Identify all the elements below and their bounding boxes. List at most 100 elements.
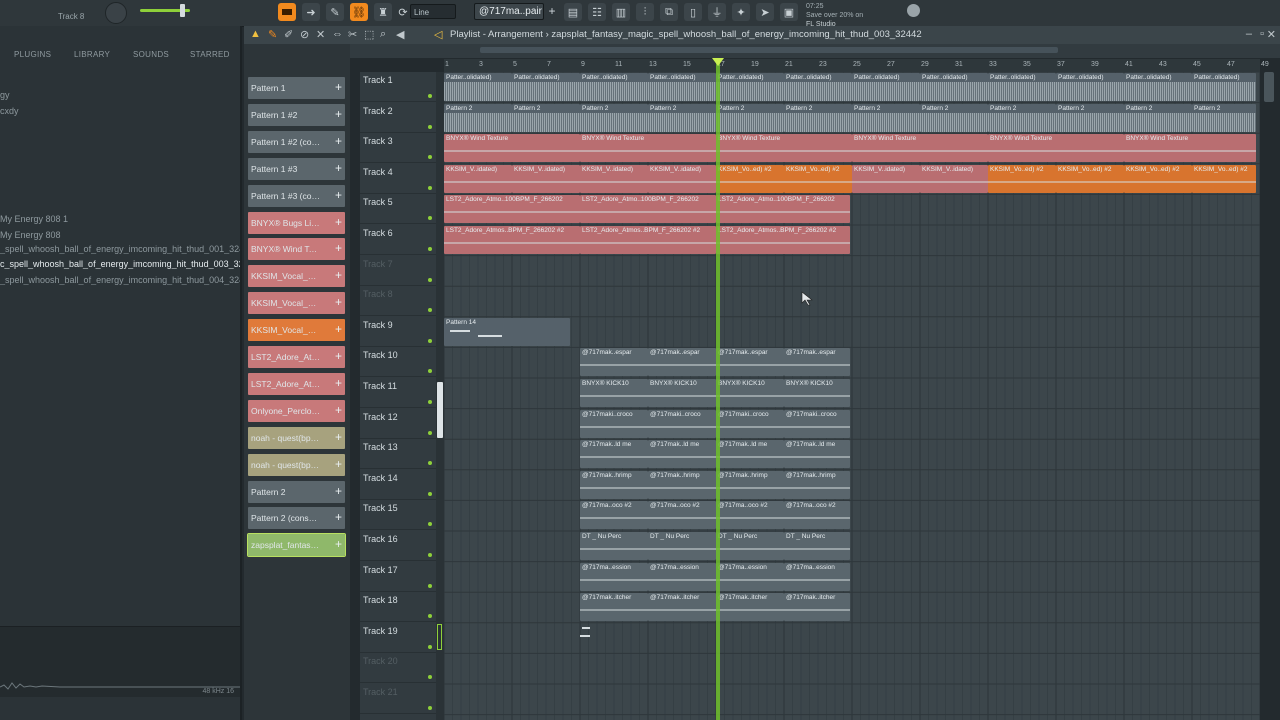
picker-item[interactable]: noah - quest(bpm11... +	[248, 426, 345, 449]
playback-tool-icon[interactable]: ◀	[396, 28, 404, 41]
timeline-ruler[interactable]: 1 3 5 7 9 11 13 15 17 19 21 23 25 27 29 31 33 35 37 39 41 43 4…	[444, 59, 1269, 73]
track-header[interactable]: Track 10	[360, 347, 436, 378]
browser-item[interactable]: gy	[0, 90, 240, 100]
close-icon[interactable]: ✕	[1267, 28, 1276, 41]
picker-add-icon[interactable]: +	[335, 403, 342, 417]
browser-icon[interactable]: ⧉	[660, 3, 678, 21]
playlist-clip[interactable]: BNYX® Wind Texture	[988, 134, 1124, 163]
online-globe-icon[interactable]	[907, 4, 920, 17]
playlist-clip[interactable]: BNYX® Wind Texture	[580, 134, 716, 163]
playlist-clip[interactable]: KKSIM_V..idated)	[580, 164, 648, 193]
plugin-icon[interactable]: ⏚	[708, 3, 726, 21]
track-header[interactable]: Track 4	[360, 164, 436, 194]
picker-add-icon[interactable]: +	[335, 188, 342, 202]
picker-item[interactable]: BNYX® Wind Texture +	[248, 238, 345, 261]
track-header[interactable]: Track 18	[360, 592, 436, 623]
playlist-clip[interactable]: @717mak..ld me	[580, 440, 648, 469]
playlist-clip[interactable]: @717ma..oco #2	[648, 501, 716, 530]
add-pattern-icon[interactable]: +	[546, 4, 558, 19]
playlist-clip[interactable]: BNYX® Wind Texture	[716, 134, 852, 163]
track-active-led[interactable]	[428, 338, 432, 343]
playlist-clip[interactable]: Patter..olidated)	[1192, 73, 1256, 101]
track-active-led[interactable]	[428, 522, 432, 527]
delete-tool-icon[interactable]: ⊘	[300, 28, 309, 41]
picker-item[interactable]: KKSIM_Vocal_F#min... +	[248, 319, 345, 342]
playlist-clip[interactable]: @717mak..itcher	[648, 593, 716, 622]
select-tool-icon[interactable]: ⬚	[364, 28, 374, 41]
picker-add-icon[interactable]: +	[335, 80, 342, 94]
playlist-clip[interactable]: BNYX® KICK10	[580, 379, 648, 407]
playlist-clip[interactable]: Patter..olidated)	[920, 73, 988, 101]
track-active-led[interactable]	[428, 308, 432, 313]
mixer-icon[interactable]: ▤	[564, 3, 582, 21]
track-header[interactable]: Track 16	[360, 531, 436, 561]
picker-item[interactable]: zapsplat_fantasy_m... +	[247, 533, 346, 558]
track-header[interactable]: Track 13	[360, 439, 436, 470]
track-header[interactable]: Track 2	[360, 103, 436, 133]
picker-add-icon[interactable]: +	[335, 484, 342, 498]
minimize-icon[interactable]: –	[1246, 28, 1252, 40]
playlist-magnet-icon[interactable]: ▲	[250, 28, 261, 40]
playlist-clip[interactable]: @717ma..ession	[716, 562, 784, 591]
playlist-clip[interactable]: @717mak..espar	[648, 348, 716, 377]
playlist-clip[interactable]: Patter..olidated)	[716, 73, 784, 101]
picker-add-icon[interactable]: +	[335, 537, 342, 551]
track-active-led[interactable]	[428, 155, 432, 160]
playlist-clip[interactable]: Patter..olidated)	[1056, 73, 1124, 101]
track-header[interactable]: Track 20	[360, 653, 436, 684]
picker-item[interactable]: noah - quest(bpm11... +	[248, 453, 345, 476]
track-active-led[interactable]	[428, 369, 432, 374]
playlist-clip[interactable]: Pattern 2	[512, 103, 580, 132]
send-icon[interactable]: ➤	[756, 3, 774, 21]
picker-add-icon[interactable]: +	[335, 134, 342, 148]
picker-item[interactable]: Onlyone_Percloop_i... +	[248, 399, 345, 422]
playlist-clip[interactable]: Patter..olidated)	[580, 73, 648, 101]
track-header[interactable]: Track 5	[360, 194, 436, 225]
picker-item[interactable]: Pattern 1 +	[248, 77, 345, 99]
playlist-clip[interactable]: Patter..olidated)	[784, 73, 852, 101]
horizontal-scrollbar[interactable]	[480, 47, 1058, 53]
picker-add-icon[interactable]: +	[335, 268, 342, 282]
playlist-clip[interactable]: DT _ Nu Perc	[716, 532, 784, 560]
playlist-clip[interactable]: @717ma..ession	[648, 562, 716, 591]
playlist-clip[interactable]: @717ma..oco #2	[716, 501, 784, 530]
playlist-clip[interactable]: KKSIM_V..idated)	[512, 164, 580, 193]
master-pitch-knob[interactable]	[105, 2, 127, 24]
playlist-clip[interactable]: LST2_Adore_Atmo..100BPM_F_266202	[716, 195, 850, 224]
picker-item[interactable]: LST2_Adore_Atmosp... +	[248, 346, 345, 368]
playhead-marker[interactable]	[712, 58, 724, 66]
picker-add-icon[interactable]: +	[335, 457, 342, 471]
picker-add-icon[interactable]: +	[335, 376, 342, 390]
picker-item[interactable]: BNYX® Bugs Life Te... +	[248, 211, 345, 234]
playlist-clip[interactable]: @717maki..croco	[716, 409, 784, 438]
playlist-clip[interactable]: LST2_Adore_Atmo..100BPM_F_266202	[444, 195, 580, 224]
playlist-clip[interactable]: KKSIM_Vo..ed) #2	[988, 164, 1056, 193]
store-icon[interactable]: ▣	[780, 3, 798, 21]
playlist-clip[interactable]: DT _ Nu Perc	[580, 532, 648, 560]
playlist-clip[interactable]: @717mak..hrimp	[784, 470, 850, 499]
playlist-clip[interactable]: @717ma..oco #2	[784, 501, 850, 530]
track-selector-bar-19[interactable]	[437, 624, 442, 650]
slice-tool-icon[interactable]: ✂	[348, 28, 357, 41]
playlist-clip[interactable]: Pattern 2	[920, 103, 988, 132]
playlist-clip[interactable]: Pattern 2	[784, 103, 852, 132]
playlist-clip[interactable]: @717maki..croco	[784, 409, 850, 438]
track-header[interactable]: Track 9	[360, 317, 436, 347]
snap-mode-select[interactable]: Line	[410, 4, 456, 19]
playlist-clip[interactable]: BNYX® KICK10	[784, 379, 850, 407]
slip-tool-icon[interactable]: ⇔	[332, 28, 343, 40]
playlist-clip[interactable]: Pattern 2	[716, 103, 784, 132]
picker-add-icon[interactable]: +	[335, 215, 342, 229]
track-active-led[interactable]	[428, 400, 432, 404]
playlist-clip[interactable]: @717ma..ession	[784, 562, 850, 591]
track-active-led[interactable]	[428, 583, 432, 588]
small-audio-clip[interactable]	[580, 625, 592, 649]
playlist-clip[interactable]: Pattern 2	[852, 103, 920, 132]
track-header[interactable]: Track 6	[360, 225, 436, 255]
pattern-selector[interactable]: @717ma..pair	[474, 3, 544, 20]
browser-item[interactable]: c_spell_whoosh_ball_of_energy_imcoming_h…	[0, 259, 240, 269]
mute-tool-icon[interactable]: ✕	[316, 28, 325, 41]
picker-item[interactable]: Pattern 1 #3 (consoli... +	[248, 184, 345, 207]
playlist-clip[interactable]: @717ma..oco #2	[580, 501, 648, 530]
playlist-clip[interactable]: BNYX® KICK10	[716, 379, 784, 407]
